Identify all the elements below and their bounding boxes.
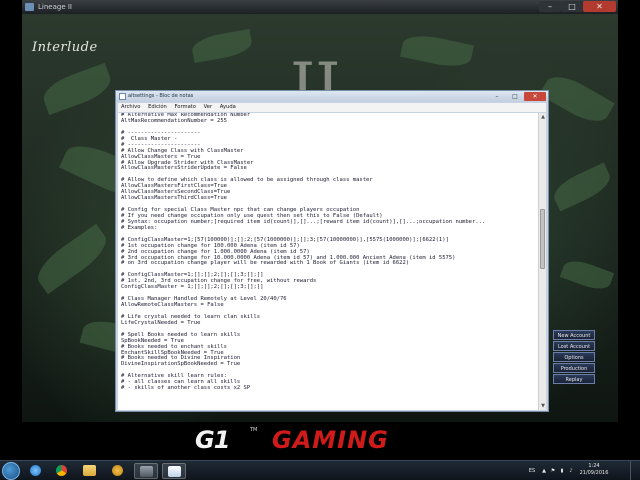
tray-expand-icon[interactable]: ▲: [540, 461, 548, 480]
options-button[interactable]: Options: [553, 352, 595, 362]
menu-ayuda[interactable]: Ayuda: [217, 103, 239, 112]
lost-account-button[interactable]: Lost Account: [553, 341, 595, 351]
notepad-window: altsettings - Bloc de notas – □ ✕ Archiv…: [115, 90, 549, 412]
notepad-minimize-button[interactable]: –: [488, 92, 506, 101]
taskbar-app[interactable]: [106, 463, 130, 479]
folder-icon: [83, 465, 96, 476]
notepad-icon: [168, 466, 181, 477]
close-button[interactable]: ✕: [583, 1, 616, 12]
ie-icon: [30, 465, 41, 476]
scroll-up-icon[interactable]: ▲: [539, 113, 547, 121]
app-icon: [25, 3, 34, 11]
production-team-button[interactable]: Production Team: [553, 363, 595, 382]
clock[interactable]: 1:24 21/09/2016: [578, 463, 610, 477]
lineage-icon: [140, 466, 153, 477]
taskbar-lineage[interactable]: [134, 463, 158, 479]
banner-tm: TM: [250, 427, 258, 433]
text-line: # - skills of another class costs x2 SP: [121, 385, 251, 392]
notepad-menubar: Archivo Edición Formato Ver Ayuda: [118, 103, 546, 112]
taskbar-ie[interactable]: [24, 463, 48, 479]
replay-button[interactable]: Replay: [553, 374, 595, 384]
start-button[interactable]: [2, 462, 20, 480]
new-account-button[interactable]: New Account: [553, 330, 595, 340]
scroll-thumb[interactable]: [540, 209, 545, 269]
notepad-maximize-button[interactable]: □: [506, 92, 524, 101]
game-logo: Interlude: [32, 40, 98, 55]
taskbar: ES ▲ ⚑ ▮ ♪ 1:24 21/09/2016: [0, 460, 640, 480]
banner-gaming: GAMING: [272, 426, 389, 454]
notepad-close-button[interactable]: ✕: [524, 92, 546, 101]
banner-g1: G1: [195, 426, 230, 454]
vertical-scrollbar[interactable]: ▲ ▼: [538, 113, 546, 410]
menu-ver[interactable]: Ver: [201, 103, 215, 112]
clock-time: 1:24: [588, 463, 600, 469]
maximize-button[interactable]: □: [561, 1, 583, 12]
show-desktop-button[interactable]: [630, 461, 640, 480]
menu-edicion[interactable]: Edición: [145, 103, 170, 112]
notepad-icon: [119, 93, 126, 100]
minimize-button[interactable]: –: [539, 1, 561, 12]
volume-icon[interactable]: ♪: [567, 461, 575, 480]
notepad-title: altsettings - Bloc de notas: [128, 93, 194, 99]
notepad-titlebar[interactable]: altsettings - Bloc de notas: [116, 91, 548, 102]
taskbar-explorer[interactable]: [78, 463, 102, 479]
network-icon[interactable]: ▮: [558, 461, 566, 480]
menu-archivo[interactable]: Archivo: [118, 103, 143, 112]
menu-formato[interactable]: Formato: [172, 103, 199, 112]
taskbar-chrome[interactable]: [50, 463, 74, 479]
scroll-down-icon[interactable]: ▼: [539, 402, 547, 410]
flag-icon[interactable]: ⚑: [549, 461, 557, 480]
game-title: Lineage II: [38, 3, 72, 11]
paw-icon: [112, 465, 123, 476]
game-titlebar[interactable]: Lineage II: [22, 0, 618, 14]
language-indicator[interactable]: ES: [526, 461, 538, 480]
chrome-icon: [56, 465, 67, 476]
taskbar-notepad[interactable]: [162, 463, 186, 479]
clock-date: 21/09/2016: [579, 470, 609, 476]
g1-gaming-banner: G1 TM GAMING: [0, 422, 640, 460]
text-line: # Syntax: occupation number;[required it…: [121, 218, 486, 225]
notepad-text-area[interactable]: # Alternative Max Recommendation Number A…: [118, 113, 538, 410]
